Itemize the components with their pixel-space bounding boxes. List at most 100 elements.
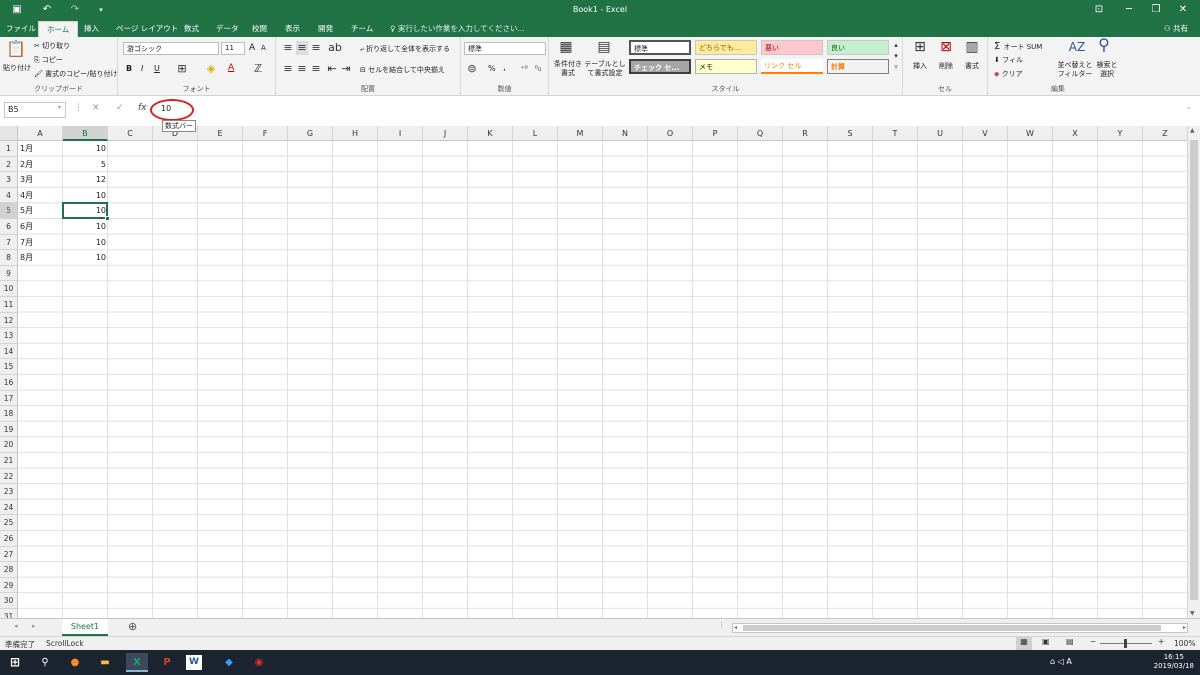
normal-view-icon[interactable]: ▦: [1016, 637, 1032, 650]
row-header-25[interactable]: 25: [0, 515, 18, 531]
row-header-16[interactable]: 16: [0, 375, 18, 391]
zoom-in-icon[interactable]: +: [1158, 637, 1164, 646]
select-all-button[interactable]: [0, 126, 18, 141]
word-icon[interactable]: W: [186, 655, 202, 670]
fill-button[interactable]: ⬇ フィル: [994, 55, 1023, 65]
column-header-i[interactable]: I: [378, 126, 423, 141]
row-header-7[interactable]: 7: [0, 234, 18, 251]
row-header-23[interactable]: 23: [0, 484, 18, 500]
file-explorer-icon[interactable]: ▬: [94, 653, 116, 672]
column-header-g[interactable]: G: [288, 126, 333, 141]
cell-a6[interactable]: 6月: [18, 219, 63, 235]
column-header-e[interactable]: E: [198, 126, 243, 141]
grow-font-button[interactable]: A: [249, 43, 255, 53]
horizontal-scrollbar[interactable]: ◂ ▸: [732, 623, 1188, 633]
column-header-l[interactable]: L: [513, 126, 558, 141]
row-header-18[interactable]: 18: [0, 406, 18, 422]
cell-b2[interactable]: 5: [63, 157, 108, 173]
cell-b3[interactable]: 12: [63, 172, 108, 188]
name-box-dropdown-icon[interactable]: ▾: [58, 104, 61, 111]
tell-me-search[interactable]: ♀ 実行したい作業を入力してください...: [390, 23, 525, 34]
italic-button[interactable]: I: [141, 64, 143, 73]
style-note[interactable]: メモ: [695, 59, 757, 74]
merge-center-button[interactable]: ⊟ セルを結合して中央揃え: [360, 65, 445, 75]
scroll-up-icon[interactable]: ▲: [1190, 127, 1195, 134]
tab-page-layout[interactable]: ページ レイアウト: [116, 23, 178, 34]
fill-handle[interactable]: [105, 216, 110, 221]
scroll-down-icon[interactable]: ▼: [1190, 610, 1195, 617]
row-header-3[interactable]: 3: [0, 172, 18, 188]
format-cells-button[interactable]: 書式: [965, 61, 979, 71]
autosum-button[interactable]: Σ オート SUM: [994, 41, 1042, 52]
style-check-cell[interactable]: チェック セ...: [629, 59, 691, 74]
tab-team[interactable]: チーム: [351, 23, 373, 34]
row-header-26[interactable]: 26: [0, 531, 18, 547]
next-sheet-icon[interactable]: ▸: [32, 622, 36, 630]
styles-gallery-scroll-icon[interactable]: ▴ ▾ ▿: [891, 40, 901, 73]
font-size-select[interactable]: 11: [221, 42, 245, 55]
decrease-decimal-icon[interactable]: ⁰₀: [531, 62, 545, 76]
row-header-11[interactable]: 11: [0, 297, 18, 313]
tab-formulas[interactable]: 数式: [184, 23, 199, 34]
formula-bar-handle-icon[interactable]: ⋮: [74, 103, 83, 113]
insert-cells-button[interactable]: 挿入: [913, 61, 927, 71]
formula-input[interactable]: 10: [155, 102, 1195, 118]
row-header-15[interactable]: 15: [0, 359, 18, 375]
row-header-5[interactable]: 5: [0, 203, 18, 219]
tab-home[interactable]: ホーム: [38, 21, 79, 37]
cell-a8[interactable]: 8月: [18, 250, 63, 266]
conditional-format-button[interactable]: 条件付き書式: [551, 60, 585, 78]
column-header-v[interactable]: V: [963, 126, 1008, 141]
find-select-button[interactable]: 検索と選択: [1094, 61, 1120, 79]
row-header-13[interactable]: 13: [0, 328, 18, 344]
cancel-icon[interactable]: ✕: [92, 103, 100, 113]
style-bad[interactable]: 悪い: [761, 40, 823, 55]
align-left-icon[interactable]: ≡: [282, 62, 294, 76]
tab-split-icon[interactable]: ⋮: [718, 621, 725, 629]
paste-button[interactable]: 貼り付け: [3, 63, 31, 73]
row-header-22[interactable]: 22: [0, 468, 18, 485]
increase-decimal-icon[interactable]: ⁺⁰: [517, 62, 531, 76]
recorder-icon[interactable]: ◉: [248, 653, 270, 672]
sort-filter-icon[interactable]: AZ: [1068, 40, 1086, 54]
tab-file[interactable]: ファイル: [6, 23, 36, 34]
number-format-select[interactable]: 標準: [464, 42, 546, 55]
tab-insert[interactable]: 挿入: [84, 23, 99, 34]
wrap-text-button[interactable]: ⤶ 折り返して全体を表示する: [360, 44, 450, 54]
firefox-icon[interactable]: ●: [64, 653, 86, 672]
minimize-icon[interactable]: ─: [1116, 1, 1142, 18]
vertical-scroll-thumb[interactable]: [1190, 140, 1198, 600]
underline-button[interactable]: U: [154, 64, 160, 73]
insert-function-button[interactable]: fx: [138, 103, 147, 113]
align-middle-icon[interactable]: ≡: [296, 41, 308, 55]
windows-start-icon[interactable]: ⊞: [4, 653, 26, 672]
column-header-j[interactable]: J: [423, 126, 468, 141]
vertical-scrollbar[interactable]: ▲ ▼: [1187, 126, 1200, 618]
indent-decrease-icon[interactable]: ⇤: [326, 62, 338, 76]
excel-taskbar-icon[interactable]: X: [126, 653, 148, 672]
zoom-slider-thumb[interactable]: [1124, 639, 1127, 648]
insert-cells-icon[interactable]: ⊞: [911, 40, 929, 54]
shrink-font-button[interactable]: A: [261, 44, 266, 52]
row-header-12[interactable]: 12: [0, 312, 18, 329]
column-header-h[interactable]: H: [333, 126, 378, 141]
scroll-left-icon[interactable]: ◂: [734, 624, 737, 631]
close-icon[interactable]: ✕: [1170, 1, 1196, 18]
row-header-2[interactable]: 2: [0, 156, 18, 173]
share-button[interactable]: ⚇ 共有: [1164, 23, 1188, 34]
row-header-24[interactable]: 24: [0, 499, 18, 516]
comma-button[interactable]: ,: [503, 63, 506, 73]
clear-button[interactable]: ◆ クリア: [994, 69, 1023, 79]
page-break-view-icon[interactable]: ▤: [1066, 637, 1074, 646]
row-header-28[interactable]: 28: [0, 562, 18, 578]
indent-increase-icon[interactable]: ⇥: [340, 62, 352, 76]
conditional-format-icon[interactable]: ▦: [557, 40, 575, 54]
find-icon[interactable]: ⚲: [1094, 37, 1114, 53]
cell-a3[interactable]: 3月: [18, 172, 63, 188]
enter-icon[interactable]: ✓: [116, 103, 124, 113]
row-header-19[interactable]: 19: [0, 421, 18, 438]
cell-a7[interactable]: 7月: [18, 235, 63, 251]
align-top-icon[interactable]: ≡: [282, 41, 294, 55]
column-header-q[interactable]: Q: [738, 126, 783, 141]
row-header-10[interactable]: 10: [0, 281, 18, 297]
